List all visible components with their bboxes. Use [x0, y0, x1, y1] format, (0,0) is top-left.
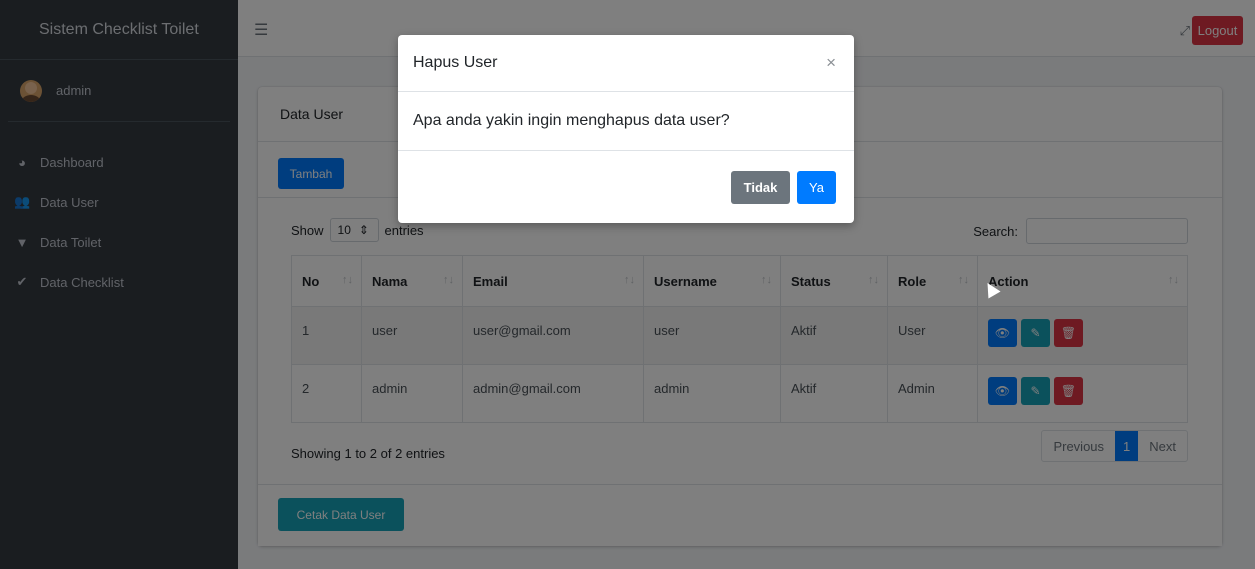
modal-footer: Tidak Ya	[398, 151, 854, 223]
cancel-button[interactable]: Tidak	[731, 171, 790, 204]
close-icon[interactable]: ×	[826, 53, 836, 73]
modal-header: Hapus User ×	[398, 35, 854, 92]
confirm-button[interactable]: Ya	[797, 171, 836, 204]
modal-title: Hapus User	[413, 54, 498, 71]
modal-message: Apa anda yakin ingin menghapus data user…	[398, 92, 854, 151]
delete-user-modal: Hapus User × Apa anda yakin ingin mengha…	[398, 35, 854, 223]
